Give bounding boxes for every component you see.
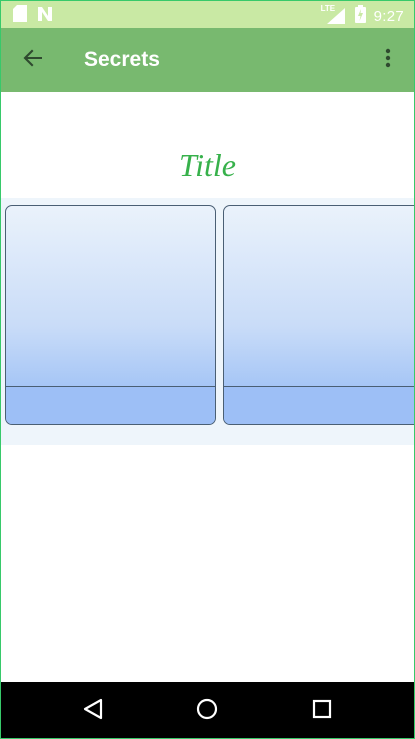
system-nav-bar <box>1 682 414 738</box>
card-carousel[interactable] <box>1 198 414 445</box>
battery-icon <box>354 5 366 27</box>
status-bar: LTE 9:27 <box>1 1 414 28</box>
nav-recents-button[interactable] <box>305 694 339 728</box>
back-button[interactable] <box>19 46 47 74</box>
n-notification-icon <box>37 6 53 27</box>
nav-back-button[interactable] <box>76 694 110 728</box>
overflow-menu-button[interactable] <box>374 46 402 74</box>
content-title: Title <box>179 147 236 183</box>
card-footer <box>224 386 414 424</box>
app-bar-title: Secrets <box>84 48 160 71</box>
sd-card-icon <box>13 5 27 27</box>
status-notifications <box>13 5 53 27</box>
card-footer <box>6 386 215 424</box>
more-vert-icon <box>385 48 391 73</box>
card-item[interactable] <box>223 205 414 425</box>
arrow-back-icon <box>22 47 44 74</box>
status-system: LTE 9:27 <box>321 4 404 27</box>
status-time: 9:27 <box>373 7 404 25</box>
nav-home-icon <box>195 697 219 726</box>
lte-signal-icon: LTE <box>321 4 347 25</box>
app-screen: LTE 9:27 Secrets Title <box>0 0 415 739</box>
card-item[interactable] <box>5 205 216 425</box>
nav-home-button[interactable] <box>190 694 224 728</box>
app-bar: Secrets <box>1 28 414 92</box>
nav-back-icon <box>82 698 104 725</box>
lte-label: LTE <box>320 4 336 13</box>
nav-recents-icon <box>312 699 332 724</box>
